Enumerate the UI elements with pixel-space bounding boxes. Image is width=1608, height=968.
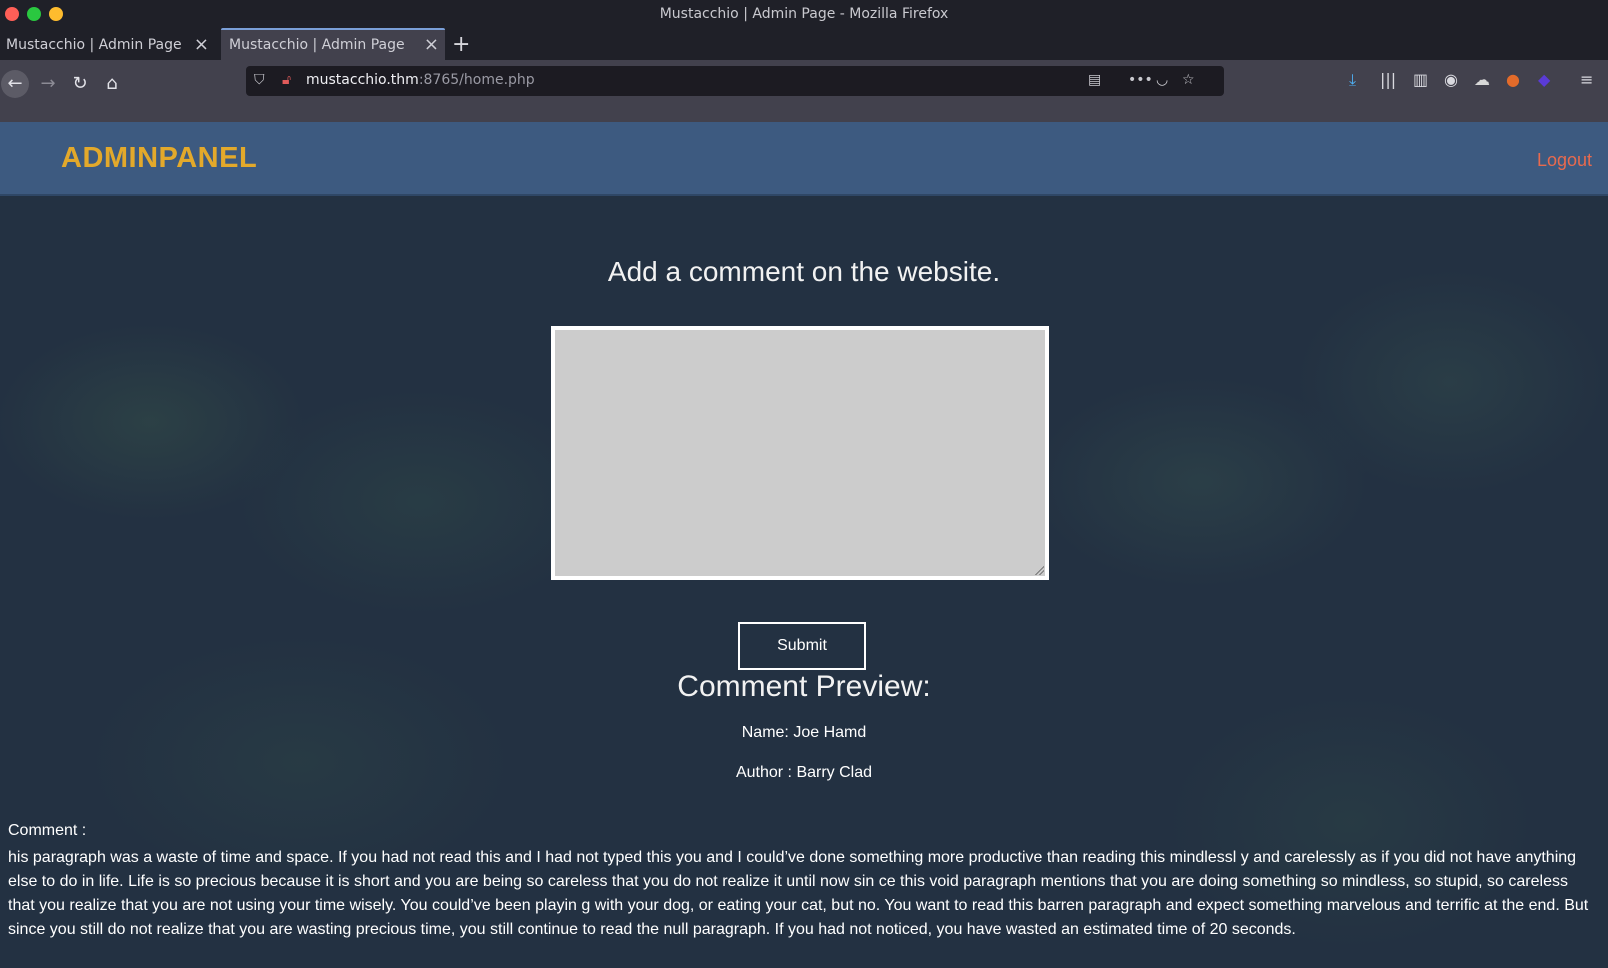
page-actions-icon[interactable]: •••: [1128, 72, 1153, 88]
bookmark-star-icon[interactable]: ☆: [1182, 72, 1195, 88]
shield-icon[interactable]: ⛉: [254, 72, 265, 88]
url-bar[interactable]: ⛉ 🔓︎ mustacchio.thm:8765/home.php ▤ ••• …: [246, 66, 1224, 96]
back-icon[interactable]: ←: [1, 70, 29, 98]
brand-logo[interactable]: ADMINPANEL: [61, 142, 257, 175]
preview-comment-text: his paragraph was a waste of time and sp…: [8, 849, 1589, 938]
library-icon[interactable]: |||: [1380, 70, 1396, 89]
account-icon[interactable]: ◉: [1444, 70, 1458, 89]
admin-header: ADMINPANEL Logout: [0, 122, 1608, 196]
forward-icon[interactable]: →: [34, 70, 62, 98]
extension-icon[interactable]: ☁: [1474, 70, 1490, 89]
tab-close-icon[interactable]: ×: [424, 30, 439, 60]
comment-preview-title: Comment Preview:: [677, 670, 931, 703]
submit-button[interactable]: Submit: [738, 622, 866, 670]
logout-link[interactable]: Logout: [1537, 150, 1592, 171]
window-title: Mustacchio | Admin Page - Mozilla Firefo…: [659, 6, 949, 22]
tab-label: Mustacchio | Admin Page: [6, 37, 182, 53]
page-heading: Add a comment on the website.: [607, 256, 1001, 287]
page-content: ADMINPANEL Logout Add a comment on the w…: [0, 122, 1608, 968]
downloads-icon[interactable]: ⤓: [1349, 70, 1356, 90]
preview-author: Author : Barry Clad: [735, 764, 873, 781]
url-host: mustacchio.thm: [306, 72, 419, 88]
sidebar-icon[interactable]: ▥: [1413, 70, 1428, 89]
tab-label: Mustacchio | Admin Page: [229, 37, 405, 53]
preview-name: Name: Joe Hamd: [741, 724, 867, 741]
tab-close-icon[interactable]: ×: [194, 30, 209, 60]
extension-fox-icon[interactable]: ●: [1506, 70, 1520, 89]
pocket-icon[interactable]: ◡: [1156, 72, 1168, 88]
tab-admin-page-2[interactable]: Mustacchio | Admin Page ×: [221, 28, 445, 60]
navigation-toolbar: ← → ↻ ⌂ ⛉ 🔓︎ mustacchio.thm:8765/home.ph…: [0, 60, 1608, 122]
reader-view-icon[interactable]: ▤: [1088, 72, 1101, 88]
extension-diamond-icon[interactable]: ◆: [1538, 70, 1550, 89]
new-tab-button[interactable]: +: [452, 31, 470, 59]
preview-comment-label: Comment :: [8, 822, 87, 839]
resize-handle[interactable]: [1034, 565, 1044, 575]
insecure-lock-icon[interactable]: 🔓︎: [282, 72, 291, 88]
home-icon[interactable]: ⌂: [98, 70, 126, 98]
comment-textarea[interactable]: [551, 326, 1049, 580]
url-path: :8765/home.php: [418, 72, 535, 88]
url-text[interactable]: mustacchio.thm:8765/home.php: [306, 72, 535, 88]
tab-admin-page-1[interactable]: Mustacchio | Admin Page ×: [0, 30, 215, 60]
window-titlebar: Mustacchio | Admin Page - Mozilla Firefo…: [0, 0, 1608, 28]
menu-icon[interactable]: ≡: [1580, 70, 1593, 89]
reload-icon[interactable]: ↻: [66, 70, 94, 98]
